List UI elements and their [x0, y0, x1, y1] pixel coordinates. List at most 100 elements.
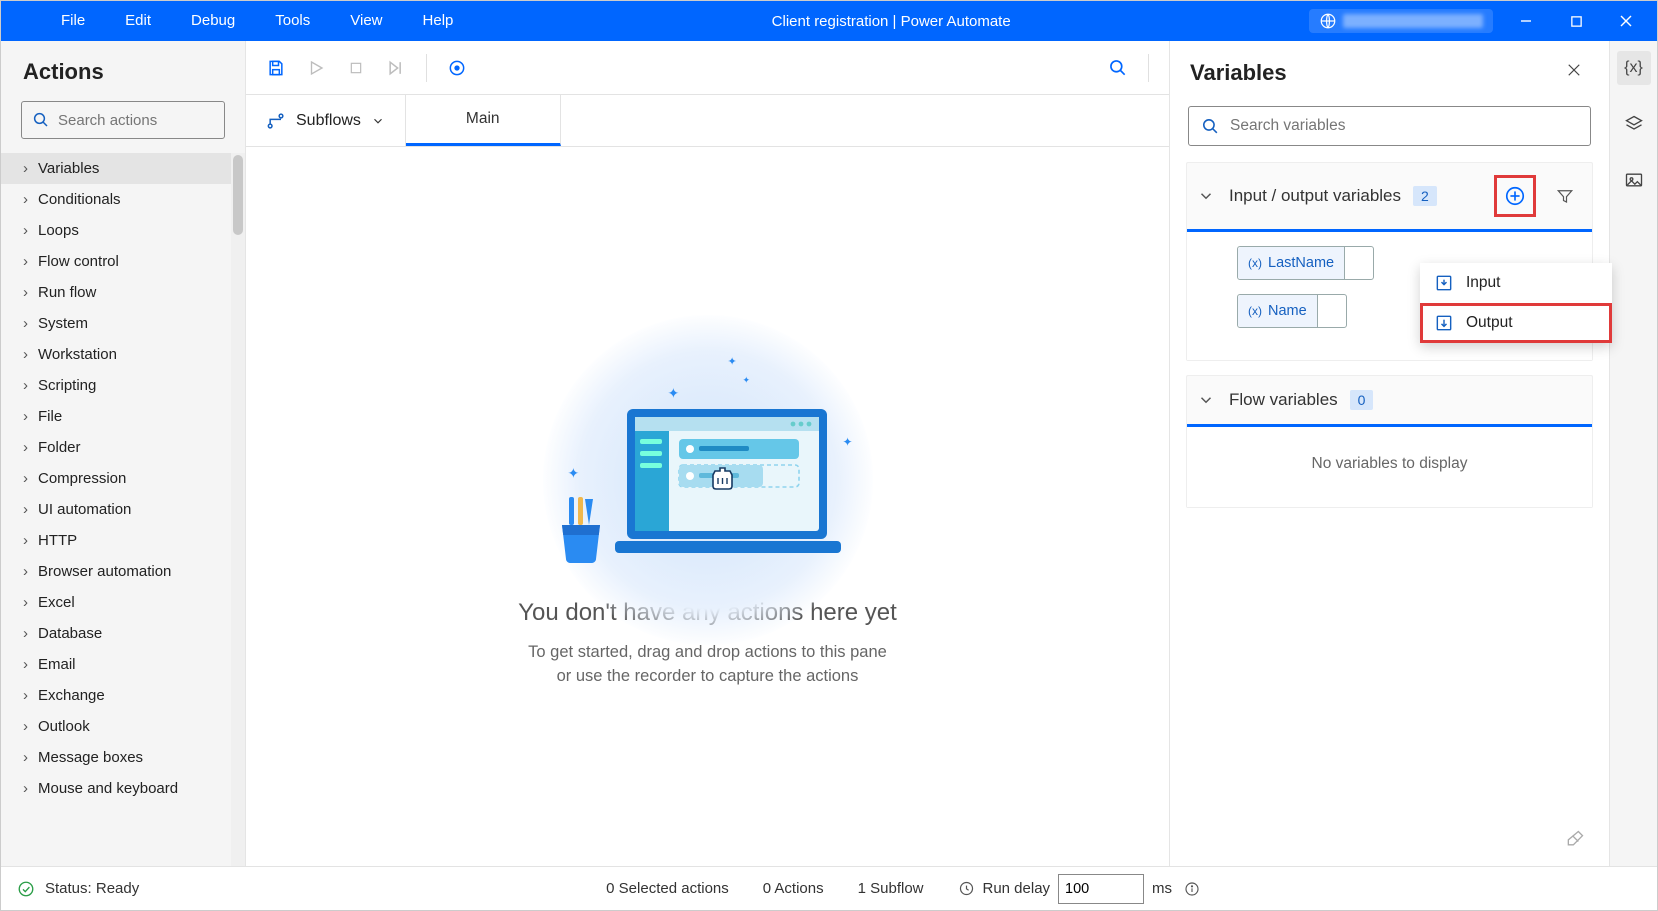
plus-circle-icon [1504, 185, 1526, 207]
action-cat-conditionals[interactable]: ›Conditionals [1, 184, 231, 215]
chevron-down-icon [371, 114, 385, 128]
maximize-button[interactable] [1551, 1, 1601, 41]
variables-rail-icon: {x} [1624, 59, 1643, 77]
action-cat-database[interactable]: ›Database [1, 618, 231, 649]
menu-file[interactable]: File [41, 1, 105, 41]
flow-vars-empty: No variables to display [1312, 455, 1468, 472]
run-delay-input[interactable] [1058, 874, 1144, 904]
title-bar: File Edit Debug Tools View Help Client r… [1, 1, 1657, 41]
status-bar: Status: Ready 0 Selected actions 0 Actio… [1, 866, 1657, 910]
environment-name-blurred [1343, 14, 1483, 28]
action-cat-scripting[interactable]: ›Scripting [1, 370, 231, 401]
search-icon [32, 111, 50, 129]
io-section-title: Input / output variables [1229, 186, 1401, 206]
variables-close-button[interactable] [1559, 55, 1589, 90]
minimize-button[interactable] [1501, 1, 1551, 41]
eraser-icon [1565, 829, 1585, 849]
subflows-label: Subflows [296, 112, 361, 130]
add-variable-button[interactable] [1496, 177, 1534, 215]
add-input-variable[interactable]: Input [1420, 263, 1612, 303]
action-cat-file[interactable]: ›File [1, 401, 231, 432]
record-icon [447, 58, 467, 78]
rail-images[interactable] [1617, 163, 1651, 197]
actions-search[interactable] [21, 101, 225, 139]
run-delay-unit: ms [1152, 880, 1172, 897]
action-cat-browser-automation[interactable]: ›Browser automation [1, 556, 231, 587]
variables-panel: Variables Input / output variables2 (x)L… [1169, 41, 1609, 866]
action-cat-excel[interactable]: ›Excel [1, 587, 231, 618]
subflows-dropdown[interactable]: Subflows [246, 95, 406, 146]
status-actions-count: 0 Actions [763, 880, 824, 897]
stop-icon [348, 60, 364, 76]
action-cat-email[interactable]: ›Email [1, 649, 231, 680]
menu-tools[interactable]: Tools [255, 1, 330, 41]
rail-ui-elements[interactable] [1617, 107, 1651, 141]
menu-debug[interactable]: Debug [171, 1, 255, 41]
action-cat-run-flow[interactable]: ›Run flow [1, 277, 231, 308]
actions-category-list[interactable]: ›Variables ›Conditionals ›Loops ›Flow co… [1, 153, 231, 866]
right-rail: {x} [1609, 41, 1657, 866]
empty-state-line2: or use the recorder to capture the actio… [557, 667, 859, 685]
input-icon [1434, 273, 1454, 293]
save-button[interactable] [256, 48, 296, 88]
chevron-down-icon[interactable] [1197, 391, 1215, 409]
step-icon [386, 58, 406, 78]
action-cat-mouse-keyboard[interactable]: ›Mouse and keyboard [1, 773, 231, 804]
status-subflows-count: 1 Subflow [858, 880, 924, 897]
chevron-right-icon: › [23, 160, 28, 177]
action-cat-message-boxes[interactable]: ›Message boxes [1, 742, 231, 773]
variables-search[interactable] [1188, 106, 1591, 146]
variable-lastname[interactable]: (x)LastName [1237, 246, 1374, 280]
search-icon [1201, 117, 1220, 136]
close-icon [1565, 61, 1583, 79]
flow-section-title: Flow variables [1229, 390, 1338, 410]
chevron-down-icon[interactable] [1197, 187, 1215, 205]
status-selected-actions: 0 Selected actions [606, 880, 729, 897]
check-circle-icon [17, 880, 35, 898]
action-cat-system[interactable]: ›System [1, 308, 231, 339]
stop-button[interactable] [336, 48, 376, 88]
menu-help[interactable]: Help [403, 1, 474, 41]
action-cat-variables[interactable]: ›Variables [1, 153, 231, 184]
actions-search-input[interactable] [58, 112, 257, 129]
info-icon[interactable] [1184, 881, 1200, 897]
menu-edit[interactable]: Edit [105, 1, 171, 41]
add-output-variable[interactable]: Output [1420, 303, 1612, 343]
layers-icon [1624, 114, 1644, 134]
clear-variables-button[interactable] [1565, 829, 1585, 854]
action-cat-exchange[interactable]: ›Exchange [1, 680, 231, 711]
flow-count-badge: 0 [1350, 390, 1374, 410]
action-cat-ui-automation[interactable]: ›UI automation [1, 494, 231, 525]
canvas-search-button[interactable] [1098, 48, 1138, 88]
globe-icon [1319, 12, 1337, 30]
filter-variables-button[interactable] [1548, 179, 1582, 213]
action-cat-flow-control[interactable]: ›Flow control [1, 246, 231, 277]
action-cat-loops[interactable]: ›Loops [1, 215, 231, 246]
step-button[interactable] [376, 48, 416, 88]
rail-variables[interactable]: {x} [1617, 51, 1651, 85]
variable-name[interactable]: (x)Name [1237, 294, 1347, 328]
menu-view[interactable]: View [330, 1, 402, 41]
action-cat-outlook[interactable]: ›Outlook [1, 711, 231, 742]
run-button[interactable] [296, 48, 336, 88]
close-button[interactable] [1601, 1, 1651, 41]
environment-badge[interactable] [1309, 9, 1493, 33]
action-cat-workstation[interactable]: ›Workstation [1, 339, 231, 370]
variables-search-input[interactable] [1230, 117, 1578, 135]
run-delay-label: Run delay [983, 880, 1051, 897]
image-icon [1624, 170, 1644, 190]
actions-scrollbar[interactable] [231, 153, 245, 866]
actions-heading: Actions [1, 41, 245, 97]
tab-main[interactable]: Main [406, 95, 561, 146]
subflow-bar: Subflows Main [246, 95, 1169, 147]
variables-heading: Variables [1190, 60, 1559, 86]
flow-canvas[interactable]: ✦ ✦ ✦ ✦ ✦ [246, 147, 1169, 866]
record-button[interactable] [437, 48, 477, 88]
filter-icon [1556, 187, 1574, 205]
status-text: Status: Ready [45, 880, 139, 897]
action-cat-compression[interactable]: ›Compression [1, 463, 231, 494]
action-cat-folder[interactable]: ›Folder [1, 432, 231, 463]
action-cat-http[interactable]: ›HTTP [1, 525, 231, 556]
search-icon [1108, 58, 1128, 78]
subflows-icon [266, 111, 286, 131]
